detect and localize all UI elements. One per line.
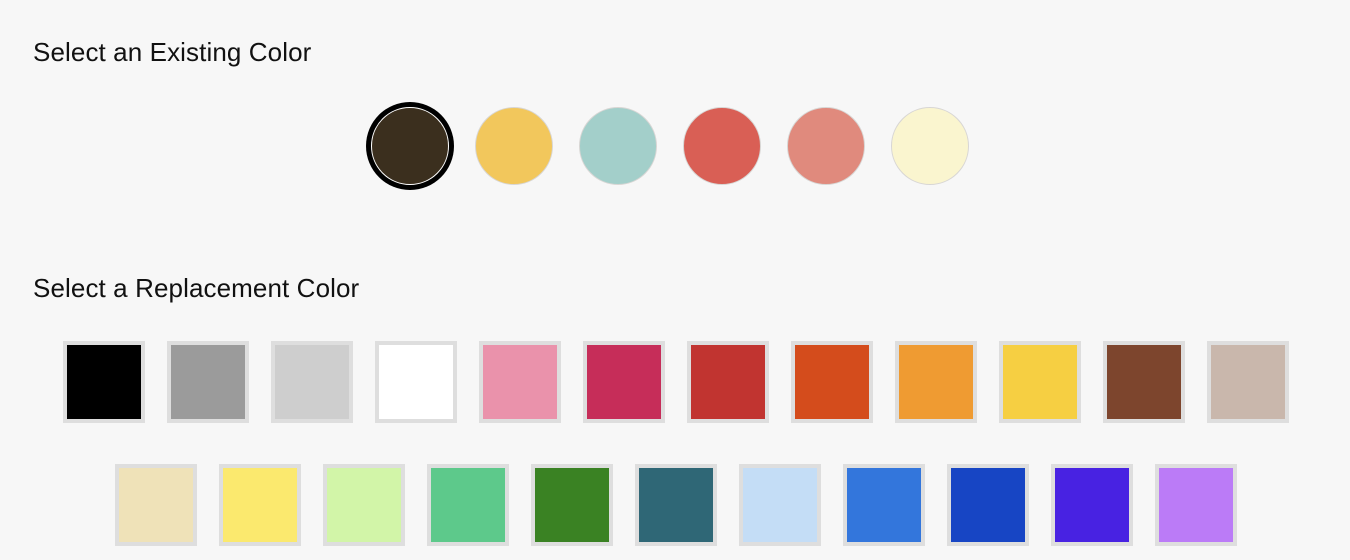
replacement-color-swatch-black[interactable]: [63, 341, 145, 423]
replacement-color-swatch-teal[interactable]: [635, 464, 717, 546]
replacement-color-swatch-beige[interactable]: [115, 464, 197, 546]
replacement-color-swatch-light-blue[interactable]: [739, 464, 821, 546]
replacement-color-swatch-red[interactable]: [687, 341, 769, 423]
replacement-color-swatch-yellow[interactable]: [999, 341, 1081, 423]
existing-color-swatch-pale-cream[interactable]: [891, 107, 969, 185]
replacement-color-swatch-forest-green[interactable]: [531, 464, 613, 546]
existing-color-swatch-salmon-pink[interactable]: [787, 107, 865, 185]
replacement-color-row-1: [63, 341, 1289, 423]
replacement-color-swatch-crimson[interactable]: [583, 341, 665, 423]
replacement-color-row-2: [115, 464, 1237, 546]
replacement-color-swatch-violet[interactable]: [1155, 464, 1237, 546]
existing-color-swatch-golden-yellow[interactable]: [475, 107, 553, 185]
replacement-color-swatch-orange-red[interactable]: [791, 341, 873, 423]
replacement-color-swatch-taupe[interactable]: [1207, 341, 1289, 423]
replacement-color-swatch-dark-blue[interactable]: [947, 464, 1029, 546]
replacement-color-heading: Select a Replacement Color: [33, 272, 360, 303]
existing-color-heading: Select an Existing Color: [33, 36, 312, 67]
existing-color-swatch-pale-teal[interactable]: [579, 107, 657, 185]
color-replacement-panel: Select an Existing Color Select a Replac…: [0, 0, 1350, 560]
existing-color-swatch-dark-brown[interactable]: [371, 107, 449, 185]
replacement-color-swatch-indigo[interactable]: [1051, 464, 1133, 546]
replacement-color-swatch-pink[interactable]: [479, 341, 561, 423]
replacement-color-swatch-white[interactable]: [375, 341, 457, 423]
replacement-color-swatch-gray[interactable]: [167, 341, 249, 423]
replacement-color-swatch-light-gray[interactable]: [271, 341, 353, 423]
replacement-color-swatch-orange[interactable]: [895, 341, 977, 423]
existing-color-swatch-brick-red[interactable]: [683, 107, 761, 185]
replacement-color-swatch-blue[interactable]: [843, 464, 925, 546]
replacement-color-swatch-light-green[interactable]: [323, 464, 405, 546]
replacement-color-swatch-mint-green[interactable]: [427, 464, 509, 546]
replacement-color-swatch-light-yellow[interactable]: [219, 464, 301, 546]
existing-color-swatch-row: [371, 107, 969, 185]
replacement-color-swatch-brown[interactable]: [1103, 341, 1185, 423]
